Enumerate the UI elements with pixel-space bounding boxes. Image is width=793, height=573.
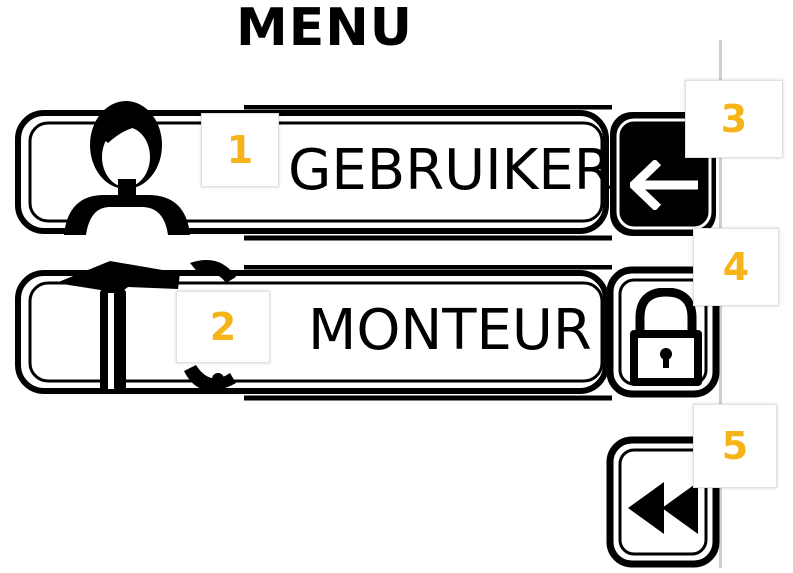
badge-5: 5 xyxy=(693,404,777,488)
badge-4: 4 xyxy=(693,228,779,306)
badge-number: 3 xyxy=(720,97,748,141)
menu-item-label: GEBRUIKER xyxy=(288,138,613,203)
badge-3: 3 xyxy=(685,80,783,158)
menu-item-gebruiker[interactable]: 1 GEBRUIKER xyxy=(14,101,613,241)
page-title: MENU xyxy=(236,0,414,58)
user-icon xyxy=(64,101,190,235)
badge-number: 2 xyxy=(209,305,237,349)
menu-item-monteur[interactable]: 2 MONTEUR xyxy=(14,260,612,401)
arrow-left-icon xyxy=(630,160,698,210)
badge-number: 4 xyxy=(722,245,750,289)
badge-number: 1 xyxy=(226,128,254,172)
badge-1: 1 xyxy=(201,113,279,187)
menu-item-label: MONTEUR xyxy=(308,298,592,363)
double-chevron-left-icon xyxy=(628,482,698,534)
badge-2: 2 xyxy=(176,291,270,363)
badge-number: 5 xyxy=(721,424,749,468)
